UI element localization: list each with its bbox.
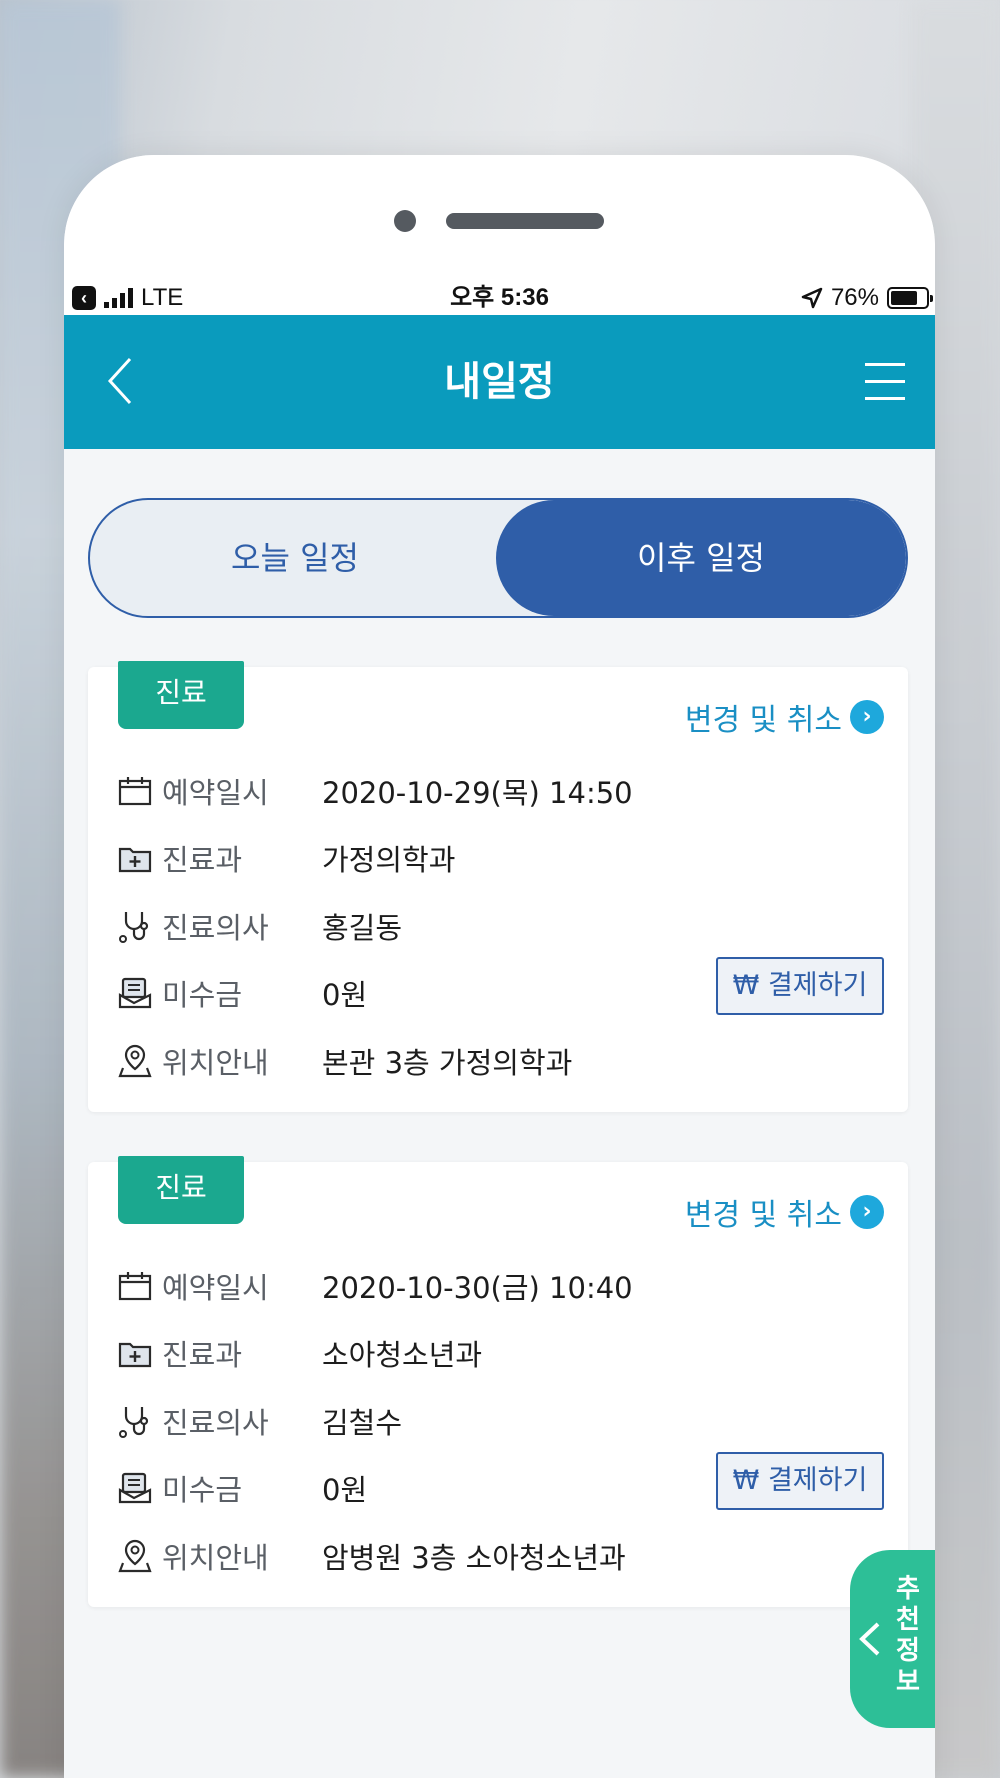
department-label: 진료과 bbox=[162, 843, 243, 878]
row-date: 예약일시 2020-10-29(목) 14:50 bbox=[118, 757, 633, 825]
department-value: 소아청소년과 bbox=[322, 1338, 483, 1373]
unpaid-value: 0원 bbox=[322, 1473, 368, 1508]
row-doctor: 진료의사 홍길동 bbox=[118, 892, 633, 960]
location-label: 위치안내 bbox=[162, 1540, 269, 1575]
receipt-icon bbox=[118, 1468, 162, 1508]
change-cancel-link[interactable]: 변경 및 취소 › bbox=[685, 695, 884, 739]
date-value: 2020-10-29(목) 14:50 bbox=[322, 775, 633, 810]
row-location: 위치안내 본관 3층 가정의학과 bbox=[118, 1027, 633, 1095]
location-value: 본관 3층 가정의학과 bbox=[322, 1045, 573, 1080]
doctor-label: 진료의사 bbox=[162, 1405, 269, 1440]
hamburger-menu-icon bbox=[865, 363, 905, 366]
change-cancel-label: 변경 및 취소 bbox=[684, 1198, 842, 1233]
stethoscope-icon bbox=[118, 1401, 162, 1441]
appointment-type-tag: 진료 bbox=[118, 1156, 244, 1224]
department-value: 가정의학과 bbox=[322, 843, 456, 878]
chevron-left-icon bbox=[859, 1622, 880, 1656]
unpaid-label: 미수금 bbox=[162, 978, 243, 1013]
appointment-details: 예약일시 2020-10-29(목) 14:50 진료과 가정의학과 진료의사 … bbox=[118, 757, 633, 1095]
date-label: 예약일시 bbox=[162, 775, 269, 810]
calendar-icon bbox=[118, 771, 162, 811]
appointment-type-tag: 진료 bbox=[118, 661, 244, 729]
menu-button[interactable] bbox=[865, 363, 905, 401]
change-cancel-link[interactable]: 변경 및 취소 › bbox=[685, 1190, 884, 1234]
doctor-label: 진료의사 bbox=[162, 910, 269, 945]
calendar-icon bbox=[118, 1266, 162, 1306]
location-value: 암병원 3층 소아청소년과 bbox=[322, 1540, 626, 1575]
change-cancel-label: 변경 및 취소 bbox=[684, 703, 842, 738]
row-date: 예약일시 2020-10-30(금) 10:40 bbox=[118, 1252, 633, 1320]
chevron-right-circle-icon: › bbox=[850, 1195, 884, 1229]
camera-dot bbox=[394, 210, 416, 232]
app-header: 내일정 bbox=[64, 315, 935, 449]
doctor-value: 홍길동 bbox=[322, 910, 403, 945]
recommendation-side-tab[interactable]: 추천정보 bbox=[850, 1550, 935, 1728]
pay-button[interactable]: ₩ 결제하기 bbox=[716, 957, 884, 1015]
department-label: 진료과 bbox=[162, 1338, 243, 1373]
location-pin-icon bbox=[118, 1041, 162, 1081]
phone-frame: ‹ LTE 오후 5:36 76% 내일정 오늘 일정 이후 일정 진료 변경 … bbox=[64, 155, 935, 1778]
tab-upcoming[interactable]: 이후 일정 bbox=[496, 500, 906, 616]
appointment-details: 예약일시 2020-10-30(금) 10:40 진료과 소아청소년과 진료의사… bbox=[118, 1252, 633, 1590]
receipt-icon bbox=[118, 973, 162, 1013]
row-department: 진료과 소아청소년과 bbox=[118, 1320, 633, 1388]
pay-button[interactable]: ₩ 결제하기 bbox=[716, 1452, 884, 1510]
appointment-card: 진료 변경 및 취소 › 예약일시 2020-10-29(목) 14:50 진료… bbox=[88, 661, 908, 1112]
unpaid-label: 미수금 bbox=[162, 1473, 243, 1508]
unpaid-value: 0원 bbox=[322, 978, 368, 1013]
battery-percent: 76% bbox=[830, 284, 879, 311]
tab-today[interactable]: 오늘 일정 bbox=[90, 500, 500, 616]
date-label: 예약일시 bbox=[162, 1270, 269, 1305]
row-unpaid: 미수금 0원 bbox=[118, 960, 633, 1028]
date-value: 2020-10-30(금) 10:40 bbox=[322, 1270, 633, 1305]
status-bar: ‹ LTE 오후 5:36 76% bbox=[64, 280, 935, 316]
recommendation-label: 추천정보 bbox=[896, 1574, 920, 1697]
stethoscope-icon bbox=[118, 906, 162, 946]
chevron-right-circle-icon: › bbox=[850, 700, 884, 734]
row-unpaid: 미수금 0원 bbox=[118, 1455, 633, 1523]
medical-folder-icon bbox=[118, 1333, 162, 1373]
battery-icon bbox=[887, 287, 933, 309]
battery-fill bbox=[891, 291, 917, 305]
row-doctor: 진료의사 김철수 bbox=[118, 1387, 633, 1455]
doctor-value: 김철수 bbox=[322, 1405, 403, 1440]
location-label: 위치안내 bbox=[162, 1045, 269, 1080]
page-title: 내일정 bbox=[444, 359, 555, 405]
location-pin-icon bbox=[118, 1536, 162, 1576]
status-right: 76% bbox=[801, 280, 933, 316]
medical-folder-icon bbox=[118, 838, 162, 878]
speaker-grille bbox=[446, 213, 604, 229]
appointment-card: 진료 변경 및 취소 › 예약일시 2020-10-30(금) 10:40 진료… bbox=[88, 1156, 908, 1607]
schedule-tabs: 오늘 일정 이후 일정 bbox=[88, 498, 908, 618]
row-location: 위치안내 암병원 3층 소아청소년과 bbox=[118, 1522, 633, 1590]
row-department: 진료과 가정의학과 bbox=[118, 825, 633, 893]
location-arrow-icon bbox=[801, 287, 823, 309]
